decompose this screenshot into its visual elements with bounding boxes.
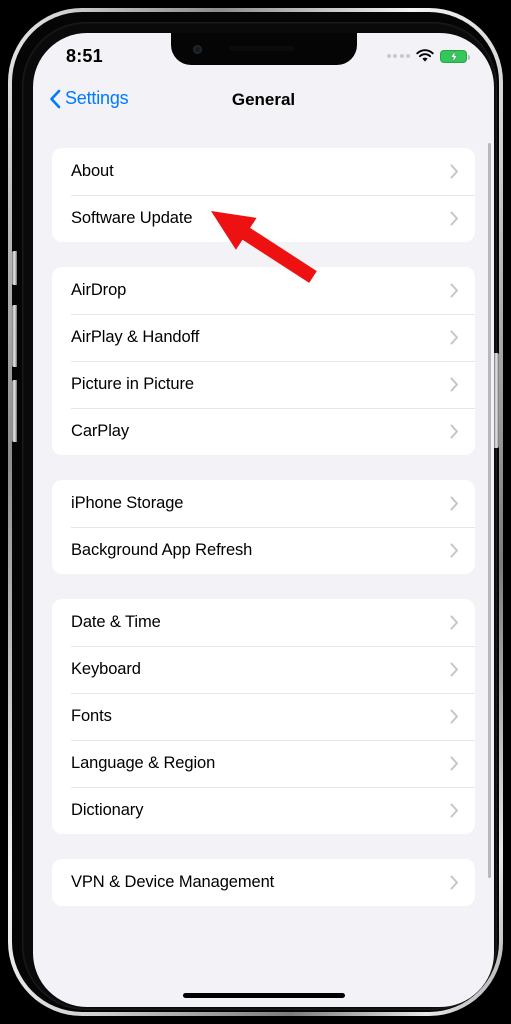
row-label: AirPlay & Handoff [71,328,200,346]
front-camera-icon [192,45,202,54]
chevron-right-icon [450,496,459,511]
phone-screen: 8:51 Settings General About Software Upd… [33,33,494,1007]
row-label: About [71,162,114,180]
chevron-right-icon [450,424,459,439]
group-localization: Date & Time Keyboard Fonts Language & Regio… [52,599,475,834]
row-label: Picture in Picture [71,375,194,393]
battery-charging-icon [440,49,470,63]
group-storage: iPhone Storage Background App Refresh [52,480,475,574]
vertical-scrollbar[interactable] [488,143,491,878]
row-airplay-handoff[interactable]: AirPlay & Handoff [52,314,475,361]
chevron-right-icon [450,164,459,179]
group-vpn: VPN & Device Management [52,859,475,906]
status-bar-time: 8:51 [66,46,103,66]
chevron-right-icon [450,615,459,630]
row-label: Background App Refresh [71,541,253,559]
row-fonts[interactable]: Fonts [52,693,475,740]
row-background-app-refresh[interactable]: Background App Refresh [52,527,475,574]
row-about[interactable]: About [52,148,475,195]
chevron-right-icon [450,543,459,558]
notch [170,33,357,65]
row-keyboard[interactable]: Keyboard [52,646,475,693]
row-iphone-storage[interactable]: iPhone Storage [52,480,475,527]
navigation-bar: Settings General [33,80,494,124]
row-label: CarPlay [71,422,129,440]
signal-dots-icon [386,54,410,58]
row-label: VPN & Device Management [71,873,275,891]
row-dictionary[interactable]: Dictionary [52,787,475,834]
page-title: General [231,90,296,109]
home-indicator[interactable] [182,993,345,998]
settings-list[interactable]: About Software Update AirDrop AirPlay & Han… [33,124,494,1007]
chevron-right-icon [450,662,459,677]
row-label: AirDrop [71,281,127,299]
row-carplay[interactable]: CarPlay [52,408,475,455]
row-label: iPhone Storage [71,494,184,512]
volume-up-button[interactable] [12,305,17,367]
row-label: Fonts [71,707,112,725]
row-date-time[interactable]: Date & Time [52,599,475,646]
group-about: About Software Update [52,148,475,242]
row-picture-in-picture[interactable]: Picture in Picture [52,361,475,408]
chevron-right-icon [450,283,459,298]
chevron-right-icon [450,803,459,818]
mute-switch[interactable] [12,251,17,285]
row-language-region[interactable]: Language & Region [52,740,475,787]
row-label: Dictionary [71,801,144,819]
chevron-right-icon [450,756,459,771]
earpiece-speaker [228,46,295,51]
group-sharing: AirDrop AirPlay & Handoff Picture in Pictu… [52,267,475,455]
row-airdrop[interactable]: AirDrop [52,267,475,314]
row-label: Keyboard [71,660,141,678]
row-software-update[interactable]: Software Update [52,195,475,242]
volume-down-button[interactable] [12,380,17,442]
device-frame: 8:51 Settings General About Software Upd… [8,8,503,1016]
chevron-right-icon [450,211,459,226]
row-label: Date & Time [71,613,161,631]
status-bar-indicators [386,49,470,63]
chevron-right-icon [450,709,459,724]
chevron-right-icon [450,330,459,345]
power-button[interactable] [494,353,499,448]
row-label: Software Update [71,209,193,227]
chevron-right-icon [450,875,459,890]
row-label: Language & Region [71,754,216,772]
chevron-right-icon [450,377,459,392]
row-vpn-device-management[interactable]: VPN & Device Management [52,859,475,906]
wifi-icon [416,49,434,63]
